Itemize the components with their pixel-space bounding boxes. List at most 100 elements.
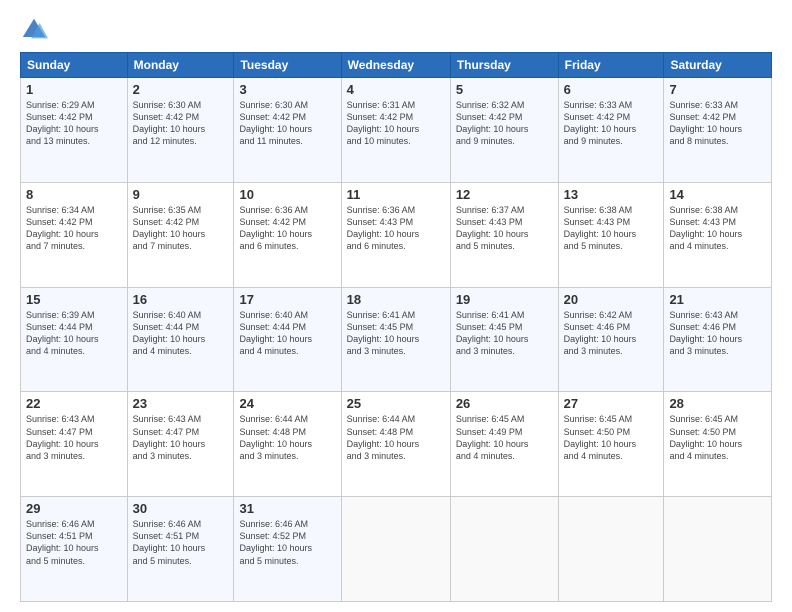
day-info: Sunrise: 6:40 AM Sunset: 4:44 PM Dayligh… — [133, 309, 229, 358]
day-info: Sunrise: 6:44 AM Sunset: 4:48 PM Dayligh… — [239, 413, 335, 462]
day-info: Sunrise: 6:41 AM Sunset: 4:45 PM Dayligh… — [347, 309, 445, 358]
day-info: Sunrise: 6:46 AM Sunset: 4:52 PM Dayligh… — [239, 518, 335, 567]
day-cell-1: 1 Sunrise: 6:29 AM Sunset: 4:42 PM Daylig… — [21, 78, 128, 183]
day-info: Sunrise: 6:39 AM Sunset: 4:44 PM Dayligh… — [26, 309, 122, 358]
day-cell-15: 15Sunrise: 6:39 AM Sunset: 4:44 PM Dayli… — [21, 287, 128, 392]
day-number: 25 — [347, 396, 445, 411]
day-cell-6: 6Sunrise: 6:33 AM Sunset: 4:42 PM Daylig… — [558, 78, 664, 183]
logo-icon — [20, 16, 48, 44]
day-info: Sunrise: 6:29 AM Sunset: 4:42 PM Dayligh… — [26, 99, 122, 148]
day-info: Sunrise: 6:31 AM Sunset: 4:42 PM Dayligh… — [347, 99, 445, 148]
day-info: Sunrise: 6:35 AM Sunset: 4:42 PM Dayligh… — [133, 204, 229, 253]
day-number: 12 — [456, 187, 553, 202]
day-number: 23 — [133, 396, 229, 411]
day-info: Sunrise: 6:41 AM Sunset: 4:45 PM Dayligh… — [456, 309, 553, 358]
day-cell-16: 16 Sunrise: 6:40 AM Sunset: 4:44 PM Dayli… — [127, 287, 234, 392]
day-number: 7 — [669, 82, 766, 97]
column-header-monday: Monday — [127, 53, 234, 78]
column-header-saturday: Saturday — [664, 53, 772, 78]
day-number: 1 — [26, 82, 122, 97]
day-cell-28: 28Sunrise: 6:45 AM Sunset: 4:50 PM Dayli… — [664, 392, 772, 497]
day-cell-20: 20 Sunrise: 6:42 AM Sunset: 4:46 PM Dayli… — [558, 287, 664, 392]
day-number: 8 — [26, 187, 122, 202]
day-cell-3: 3 Sunrise: 6:30 AM Sunset: 4:42 PM Daylig… — [234, 78, 341, 183]
day-info: Sunrise: 6:38 AM Sunset: 4:43 PM Dayligh… — [669, 204, 766, 253]
empty-cell — [664, 497, 772, 602]
day-number: 16 — [133, 292, 229, 307]
day-cell-27: 27 Sunrise: 6:45 AM Sunset: 4:50 PM Dayli… — [558, 392, 664, 497]
day-cell-7: 7 Sunrise: 6:33 AM Sunset: 4:42 PM Daylig… — [664, 78, 772, 183]
day-cell-30: 30Sunrise: 6:46 AM Sunset: 4:51 PM Dayli… — [127, 497, 234, 602]
day-number: 10 — [239, 187, 335, 202]
day-number: 14 — [669, 187, 766, 202]
day-number: 11 — [347, 187, 445, 202]
day-cell-26: 26Sunrise: 6:45 AM Sunset: 4:49 PM Dayli… — [450, 392, 558, 497]
day-cell-8: 8 Sunrise: 6:34 AM Sunset: 4:42 PM Daylig… — [21, 182, 128, 287]
day-number: 29 — [26, 501, 122, 516]
week-row-2: 8 Sunrise: 6:34 AM Sunset: 4:42 PM Daylig… — [21, 182, 772, 287]
week-row-4: 22 Sunrise: 6:43 AM Sunset: 4:47 PM Dayli… — [21, 392, 772, 497]
day-cell-17: 17 Sunrise: 6:40 AM Sunset: 4:44 PM Dayli… — [234, 287, 341, 392]
day-cell-24: 24 Sunrise: 6:44 AM Sunset: 4:48 PM Dayli… — [234, 392, 341, 497]
day-cell-25: 25 Sunrise: 6:44 AM Sunset: 4:48 PM Dayli… — [341, 392, 450, 497]
day-info: Sunrise: 6:46 AM Sunset: 4:51 PM Dayligh… — [26, 518, 122, 567]
logo — [20, 16, 52, 44]
day-number: 19 — [456, 292, 553, 307]
column-header-tuesday: Tuesday — [234, 53, 341, 78]
day-cell-23: 23 Sunrise: 6:43 AM Sunset: 4:47 PM Dayli… — [127, 392, 234, 497]
day-number: 4 — [347, 82, 445, 97]
day-cell-21: 21 Sunrise: 6:43 AM Sunset: 4:46 PM Dayli… — [664, 287, 772, 392]
column-header-sunday: Sunday — [21, 53, 128, 78]
day-info: Sunrise: 6:46 AM Sunset: 4:51 PM Dayligh… — [133, 518, 229, 567]
day-info: Sunrise: 6:43 AM Sunset: 4:47 PM Dayligh… — [133, 413, 229, 462]
day-number: 24 — [239, 396, 335, 411]
week-row-1: 1 Sunrise: 6:29 AM Sunset: 4:42 PM Daylig… — [21, 78, 772, 183]
day-cell-13: 13 Sunrise: 6:38 AM Sunset: 4:43 PM Dayli… — [558, 182, 664, 287]
day-cell-5: 5Sunrise: 6:32 AM Sunset: 4:42 PM Daylig… — [450, 78, 558, 183]
day-number: 9 — [133, 187, 229, 202]
header — [20, 16, 772, 44]
day-info: Sunrise: 6:45 AM Sunset: 4:49 PM Dayligh… — [456, 413, 553, 462]
column-header-friday: Friday — [558, 53, 664, 78]
day-cell-11: 11Sunrise: 6:36 AM Sunset: 4:43 PM Dayli… — [341, 182, 450, 287]
day-cell-31: 31Sunrise: 6:46 AM Sunset: 4:52 PM Dayli… — [234, 497, 341, 602]
day-cell-2: 2 Sunrise: 6:30 AM Sunset: 4:42 PM Daylig… — [127, 78, 234, 183]
day-info: Sunrise: 6:34 AM Sunset: 4:42 PM Dayligh… — [26, 204, 122, 253]
day-number: 2 — [133, 82, 229, 97]
day-cell-19: 19 Sunrise: 6:41 AM Sunset: 4:45 PM Dayli… — [450, 287, 558, 392]
day-cell-14: 14 Sunrise: 6:38 AM Sunset: 4:43 PM Dayli… — [664, 182, 772, 287]
day-info: Sunrise: 6:38 AM Sunset: 4:43 PM Dayligh… — [564, 204, 659, 253]
day-number: 3 — [239, 82, 335, 97]
day-cell-12: 12 Sunrise: 6:37 AM Sunset: 4:43 PM Dayli… — [450, 182, 558, 287]
week-row-3: 15Sunrise: 6:39 AM Sunset: 4:44 PM Dayli… — [21, 287, 772, 392]
header-row: SundayMondayTuesdayWednesdayThursdayFrid… — [21, 53, 772, 78]
day-number: 22 — [26, 396, 122, 411]
column-header-wednesday: Wednesday — [341, 53, 450, 78]
day-info: Sunrise: 6:44 AM Sunset: 4:48 PM Dayligh… — [347, 413, 445, 462]
day-number: 20 — [564, 292, 659, 307]
empty-cell — [341, 497, 450, 602]
calendar-page: SundayMondayTuesdayWednesdayThursdayFrid… — [0, 0, 792, 612]
day-info: Sunrise: 6:43 AM Sunset: 4:46 PM Dayligh… — [669, 309, 766, 358]
day-number: 13 — [564, 187, 659, 202]
day-cell-10: 10Sunrise: 6:36 AM Sunset: 4:42 PM Dayli… — [234, 182, 341, 287]
day-cell-22: 22Sunrise: 6:43 AM Sunset: 4:47 PM Dayli… — [21, 392, 128, 497]
day-cell-29: 29 Sunrise: 6:46 AM Sunset: 4:51 PM Dayli… — [21, 497, 128, 602]
day-info: Sunrise: 6:37 AM Sunset: 4:43 PM Dayligh… — [456, 204, 553, 253]
day-info: Sunrise: 6:45 AM Sunset: 4:50 PM Dayligh… — [564, 413, 659, 462]
day-info: Sunrise: 6:33 AM Sunset: 4:42 PM Dayligh… — [669, 99, 766, 148]
day-number: 18 — [347, 292, 445, 307]
day-info: Sunrise: 6:42 AM Sunset: 4:46 PM Dayligh… — [564, 309, 659, 358]
day-number: 17 — [239, 292, 335, 307]
empty-cell — [558, 497, 664, 602]
day-info: Sunrise: 6:30 AM Sunset: 4:42 PM Dayligh… — [239, 99, 335, 148]
week-row-5: 29 Sunrise: 6:46 AM Sunset: 4:51 PM Dayli… — [21, 497, 772, 602]
day-number: 21 — [669, 292, 766, 307]
day-number: 27 — [564, 396, 659, 411]
column-header-thursday: Thursday — [450, 53, 558, 78]
day-cell-18: 18 Sunrise: 6:41 AM Sunset: 4:45 PM Dayli… — [341, 287, 450, 392]
day-info: Sunrise: 6:30 AM Sunset: 4:42 PM Dayligh… — [133, 99, 229, 148]
day-info: Sunrise: 6:40 AM Sunset: 4:44 PM Dayligh… — [239, 309, 335, 358]
day-info: Sunrise: 6:33 AM Sunset: 4:42 PM Dayligh… — [564, 99, 659, 148]
calendar-table: SundayMondayTuesdayWednesdayThursdayFrid… — [20, 52, 772, 602]
